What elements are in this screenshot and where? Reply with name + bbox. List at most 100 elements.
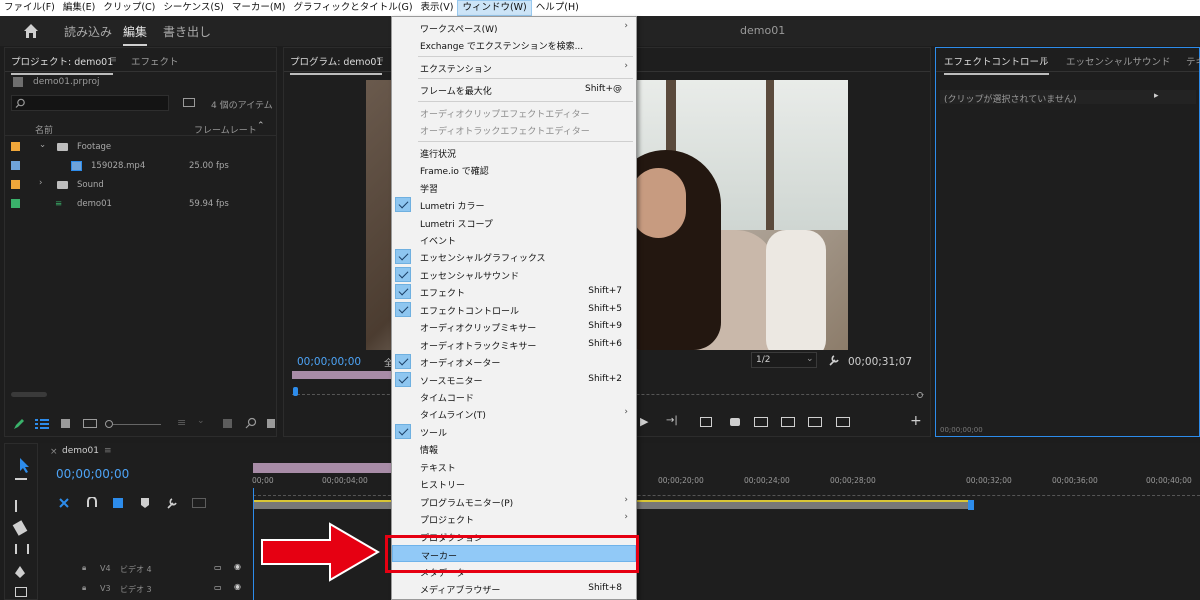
- window-menu-item[interactable]: メディアブラウザー Shift+8: [392, 580, 636, 597]
- lift-icon[interactable]: [754, 417, 768, 427]
- label-color-swatch[interactable]: [11, 142, 20, 151]
- window-menu-item[interactable]: ツール: [392, 423, 636, 440]
- label-color-swatch[interactable]: [11, 199, 20, 208]
- film-icon[interactable]: ▭: [214, 563, 222, 572]
- go-to-out-icon[interactable]: →|: [666, 415, 678, 426]
- menubar-item-6[interactable]: 表示(V): [417, 0, 458, 16]
- menubar-item-4[interactable]: マーカー(M): [228, 0, 290, 16]
- magnet-icon[interactable]: [86, 497, 98, 509]
- eye-icon[interactable]: ◉: [234, 562, 241, 571]
- window-menu-item[interactable]: プロジェクト ›: [392, 510, 636, 527]
- tab-import[interactable]: 読み込み: [64, 23, 112, 40]
- timeline-timecode[interactable]: 00;00;00;00: [56, 467, 129, 481]
- wrench-icon[interactable]: [828, 354, 840, 366]
- close-icon[interactable]: ×: [50, 447, 58, 457]
- track-header[interactable]: 🔒︎ V4 ビデオ 4 ▭ ◉: [44, 560, 253, 580]
- snap-icon[interactable]: [58, 497, 70, 509]
- window-menu-item[interactable]: エクステンション ›: [392, 59, 636, 76]
- window-menu-item[interactable]: Frame.io で確認: [392, 161, 636, 178]
- window-menu-item[interactable]: ヒストリー: [392, 475, 636, 492]
- add-button-icon[interactable]: +: [910, 413, 922, 429]
- tab-timeline[interactable]: demo01: [62, 446, 99, 456]
- pencil-icon[interactable]: [13, 418, 25, 430]
- col-framerate[interactable]: フレームレート: [194, 123, 257, 136]
- chevron-right-icon[interactable]: ›: [39, 178, 42, 188]
- window-menu-item[interactable]: ソースモニター Shift+2: [392, 371, 636, 388]
- project-item-row[interactable]: ⌄ Footage: [5, 138, 271, 156]
- linked-selection-icon[interactable]: [112, 497, 124, 509]
- razor-tool-icon[interactable]: [12, 520, 28, 536]
- film-icon[interactable]: ▭: [214, 583, 222, 592]
- add-marker-icon[interactable]: [140, 497, 150, 509]
- tab-effects[interactable]: エフェクト: [131, 54, 179, 68]
- in-out-range-bar[interactable]: [292, 371, 391, 379]
- menubar-item-2[interactable]: クリップ(C): [99, 0, 159, 16]
- tab-export[interactable]: 書き出し: [163, 23, 211, 40]
- play-icon[interactable]: ▶: [640, 415, 648, 428]
- menubar-item-5[interactable]: グラフィックとタイトル(G): [289, 0, 416, 16]
- window-menu-item[interactable]: エッセンシャルグラフィックス: [392, 248, 636, 265]
- window-menu-item[interactable]: タイムライン(T) ›: [392, 405, 636, 422]
- menu-icon[interactable]: ≡: [109, 54, 117, 65]
- label-color-swatch[interactable]: [11, 161, 20, 170]
- tab-program-monitor[interactable]: プログラム: demo01: [290, 54, 383, 75]
- sort-icon[interactable]: ≡: [177, 416, 186, 429]
- home-icon[interactable]: [22, 22, 40, 40]
- menubar-item-3[interactable]: シーケンス(S): [159, 0, 227, 16]
- menubar-item-8[interactable]: ヘルプ(H): [532, 0, 583, 16]
- slip-tool-icon[interactable]: [15, 544, 29, 554]
- window-menu-item[interactable]: 学習: [392, 179, 636, 196]
- window-menu-item[interactable]: Exchange でエクステンションを検索...: [392, 36, 636, 53]
- playhead[interactable]: [293, 387, 298, 396]
- list-view-icon[interactable]: [35, 418, 49, 430]
- find-icon[interactable]: [245, 417, 257, 429]
- menu-icon[interactable]: ≡: [104, 446, 112, 456]
- rectangle-tool-icon[interactable]: [15, 587, 27, 597]
- tab-edit[interactable]: 編集: [123, 23, 148, 46]
- window-menu-item[interactable]: プログラムモニター(P) ›: [392, 493, 636, 510]
- window-menu-item[interactable]: エフェクトコントロール Shift+5: [392, 301, 636, 318]
- sequence-end-marker[interactable]: [968, 500, 974, 510]
- wrench-icon[interactable]: [166, 497, 178, 509]
- window-menu-item[interactable]: Lumetri スコープ: [392, 214, 636, 231]
- tab-project[interactable]: プロジェクト: demo01: [11, 54, 114, 75]
- search-input[interactable]: [11, 95, 169, 111]
- comparison-view-icon[interactable]: [836, 417, 850, 427]
- window-menu-item[interactable]: 情報: [392, 440, 636, 457]
- captions-icon[interactable]: [192, 498, 206, 508]
- col-name[interactable]: 名前: [35, 123, 53, 136]
- new-bin-icon[interactable]: [183, 98, 195, 107]
- resolution-dropdown[interactable]: 1/2 ⌄: [751, 352, 817, 368]
- timeline-playhead[interactable]: [253, 488, 254, 600]
- icon-view-icon[interactable]: [61, 419, 70, 428]
- label-color-swatch[interactable]: [11, 180, 20, 189]
- camera-icon[interactable]: [730, 418, 740, 426]
- eye-icon[interactable]: ◉: [234, 582, 241, 591]
- menubar-item-0[interactable]: ファイル(F): [0, 0, 59, 16]
- menu-icon[interactable]: ≡: [1040, 54, 1048, 65]
- scrub-end-handle[interactable]: [917, 392, 923, 398]
- pen-tool-icon[interactable]: [15, 566, 25, 578]
- new-item-icon[interactable]: [267, 419, 275, 428]
- window-menu-item[interactable]: ワークスペース(W) ›: [392, 19, 636, 36]
- sort-chevron-icon[interactable]: ⌃: [257, 121, 265, 131]
- track-select-tool-icon[interactable]: [15, 478, 27, 486]
- project-item-row[interactable]: 159028.mp4 25.00 fps: [5, 157, 271, 175]
- window-menu-item[interactable]: イベント: [392, 231, 636, 248]
- automate-icon[interactable]: [223, 419, 232, 428]
- horizontal-scrollbar[interactable]: [11, 392, 47, 397]
- window-menu-item[interactable]: テキスト: [392, 458, 636, 475]
- tab-essential-sound[interactable]: エッセンシャルサウンド: [1066, 54, 1171, 68]
- window-menu-item[interactable]: 進行状況: [392, 144, 636, 161]
- freeform-view-icon[interactable]: [83, 419, 97, 428]
- project-item-row[interactable]: › Sound: [5, 176, 271, 194]
- window-menu-item[interactable]: オーディオトラックミキサー Shift+6: [392, 336, 636, 353]
- window-menu-item[interactable]: オーディオメーター: [392, 353, 636, 370]
- lock-icon[interactable]: 🔒︎: [82, 563, 86, 573]
- window-menu-item[interactable]: エフェクト Shift+7: [392, 283, 636, 300]
- safe-margins-icon[interactable]: [700, 417, 712, 427]
- chevron-down-icon[interactable]: ⌄: [39, 140, 46, 150]
- window-menu-item[interactable]: オーディオクリップミキサー Shift+9: [392, 318, 636, 335]
- track-header[interactable]: 🔒︎ V3 ビデオ 3 ▭ ◉: [44, 580, 253, 600]
- export-frame-icon[interactable]: [808, 417, 822, 427]
